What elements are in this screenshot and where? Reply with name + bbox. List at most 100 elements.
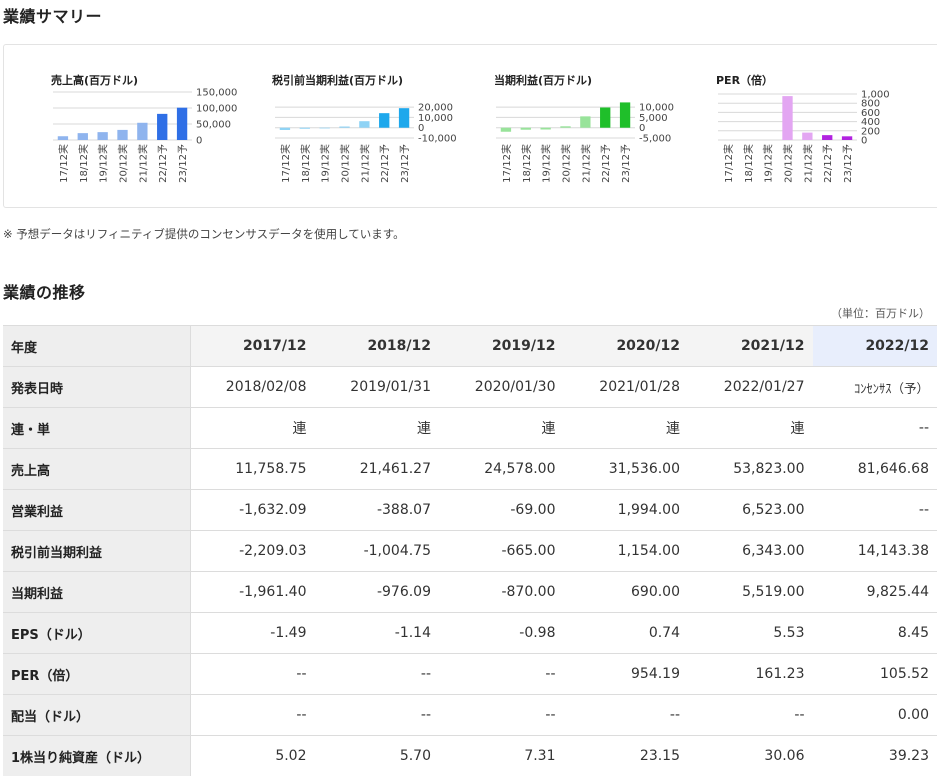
table-cell: -2,209.03 [190,530,315,572]
table-cell: 8.45 [812,612,937,654]
table-cell: 9,825.44 [812,571,937,613]
table-cell: -1.14 [314,612,439,654]
row-label: PER（倍） [3,653,191,695]
table-cell: 1,994.00 [563,489,688,531]
history-title: 業績の推移 [3,283,86,302]
table-row: 当期利益 -1,961.40 -976.09 -870.00 690.00 5,519.0… [3,571,937,613]
table-cell: 690.00 [563,571,688,613]
x-tick-label: 23/12予 [842,144,854,183]
table-cell: -- [190,694,315,736]
x-tick-label: 19/12実 [762,144,775,183]
x-tick-label: 18/12実 [742,144,755,183]
table-row: 1株当り純資産（ドル） 5.02 5.70 7.31 23.15 30.06 39.23 [3,735,937,776]
table-cell: 53,823.00 [688,448,813,490]
row-label: 税引前当期利益 [3,530,191,572]
table-cell: 11,758.75 [190,448,315,490]
unit-label: （単位：百万ドル） [831,307,930,320]
x-tick-label: 22/12予 [822,144,834,183]
table-cell: -1.49 [190,612,315,654]
table-cell: -- [563,694,688,736]
row-label: EPS（ドル） [3,612,191,654]
bar [822,135,833,140]
summary-charts-panel: 売上高(百万ドル) 0 50,000 100,000 150,000 17/12実 18/… [3,44,937,208]
table-cell: 連 [314,407,439,449]
table-cell: 105.52 [812,653,937,695]
table-cell: 2018/02/08 [190,366,315,408]
table-cell: -69.00 [439,489,564,531]
x-tick-label: 20/12実 [782,144,795,183]
table-cell: -- [314,653,439,695]
table-cell: ｺﾝｾﾝｻｽ（予） [812,366,937,408]
x-tick-label: 21/12実 [801,144,814,183]
table-cell: 39.23 [812,735,937,776]
row-label: 1株当り純資産（ドル） [3,735,191,776]
table-row: EPS（ドル） -1.49 -1.14 -0.98 0.74 5.53 8.45 [3,612,937,654]
table-cell: 連 [688,407,813,449]
table-cell: 2019/01/31 [314,366,439,408]
table-cell: 7.31 [439,735,564,776]
summary-title: 業績サマリー [3,7,103,26]
row-label: 発表日時 [3,366,191,408]
table-cell: -665.00 [439,530,564,572]
table-cell: 5.70 [314,735,439,776]
table-cell: 14,143.38 [812,530,937,572]
table-cell: -1,961.40 [190,571,315,613]
table-cell: 21,461.27 [314,448,439,490]
row-label: 連・単 [3,407,191,449]
table-cell: -- [812,489,937,531]
table-cell: 5.02 [190,735,315,776]
table-cell: 2022/01/27 [688,366,813,408]
table-row: 配当（ドル） -- -- -- -- -- 0.00 [3,694,937,736]
table-header-row: 年度 2017/12 2018/12 2019/12 2020/12 2021/… [3,325,937,367]
table-cell: 5.53 [688,612,813,654]
table-cell: 24,578.00 [439,448,564,490]
table-cell: 161.23 [688,653,813,695]
table-cell: -388.07 [314,489,439,531]
table-cell: -- [314,694,439,736]
table-row: 売上高 11,758.75 21,461.27 24,578.00 31,536.00 5… [3,448,937,490]
table-cell: 30.06 [688,735,813,776]
table-cell: -870.00 [439,571,564,613]
table-cell: -- [812,407,937,449]
table-cell: 81,646.68 [812,448,937,490]
bar [782,96,793,140]
table-cell: -1,632.09 [190,489,315,531]
column-header: 2017/12 [190,325,315,367]
column-header: 2019/12 [439,325,564,367]
forecast-note: ※ 予想データはリフィニティブ提供のコンセンサスデータを使用しています。 [3,227,405,241]
table-row: 営業利益 -1,632.09 -388.07 -69.00 1,994.00 6,523.… [3,489,937,531]
column-header: 2020/12 [563,325,688,367]
y-tick-label: 1,000 [861,90,890,101]
table-row: 税引前当期利益 -2,209.03 -1,004.75 -665.00 1,154.00… [3,530,937,572]
chart-svg: 02004006008001,00017/12実 18/12実 19/12実 20/1… [718,90,890,183]
table-cell: 2021/01/28 [563,366,688,408]
table-cell: -- [439,694,564,736]
table-cell: 1,154.00 [563,530,688,572]
table-cell: -0.98 [439,612,564,654]
x-tick-label: 17/12実 [722,144,735,183]
table-row: 発表日時 2018/02/08 2019/01/31 2020/01/30 2021/0… [3,366,937,408]
table-cell: 連 [190,407,315,449]
table-cell: -- [439,653,564,695]
table-cell: -1,004.75 [314,530,439,572]
table-cell: 連 [563,407,688,449]
column-header-forecast: 2022/12 [812,325,937,367]
column-header: 2021/12 [688,325,813,367]
bar [802,132,813,140]
table-cell: 0.74 [563,612,688,654]
table-row: 連・単連連連連連 -- [3,407,937,449]
bar [841,136,853,140]
table-cell: -- [190,653,315,695]
table-cell: 連 [439,407,564,449]
table-cell: -- [688,694,813,736]
table-cell: 31,536.00 [563,448,688,490]
table-cell: 5,519.00 [688,571,813,613]
table-cell: 0.00 [812,694,937,736]
row-label: 営業利益 [3,489,191,531]
row-label: 売上高 [3,448,191,490]
table-cell: 954.19 [563,653,688,695]
row-label: 配当（ドル） [3,694,191,736]
table-cell: 2020/01/30 [439,366,564,408]
results-table: 年度 2017/12 2018/12 2019/12 2020/12 2021/… [3,325,937,776]
column-header: 2018/12 [314,325,439,367]
